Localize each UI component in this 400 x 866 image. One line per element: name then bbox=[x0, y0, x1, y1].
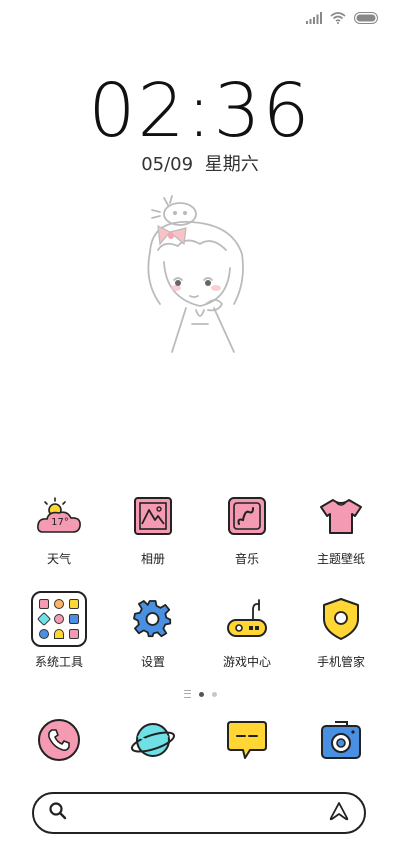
app-gallery[interactable]: 相册 bbox=[113, 492, 193, 567]
browser-icon bbox=[130, 723, 176, 757]
dock-browser[interactable] bbox=[113, 718, 193, 762]
messages-icon bbox=[227, 721, 267, 759]
wallpaper-girl-illustration bbox=[130, 192, 270, 362]
dock bbox=[0, 718, 400, 762]
search-icon bbox=[48, 801, 68, 825]
dock-messages[interactable] bbox=[207, 718, 287, 762]
app-folder-system-tools[interactable]: 系统工具 bbox=[19, 591, 99, 670]
battery-icon bbox=[354, 9, 380, 28]
app-weather[interactable]: 17° 天气 bbox=[19, 492, 99, 567]
page-dot bbox=[211, 691, 217, 697]
app-game-center[interactable]: 游戏中心 bbox=[207, 595, 287, 670]
app-label: 游戏中心 bbox=[222, 655, 271, 669]
search-bar[interactable] bbox=[32, 792, 366, 834]
mini-app-icon bbox=[39, 599, 49, 609]
assistant-icon[interactable] bbox=[328, 801, 350, 825]
app-music[interactable]: 音乐 bbox=[207, 492, 287, 567]
app-label: 天气 bbox=[46, 552, 71, 566]
folder-icon bbox=[31, 591, 87, 647]
dock-camera[interactable] bbox=[301, 718, 381, 762]
mini-app-icon bbox=[54, 599, 64, 609]
app-label: 主题壁纸 bbox=[316, 552, 365, 566]
theme-icon bbox=[317, 492, 365, 540]
dock-phone[interactable] bbox=[19, 718, 99, 762]
page-indicator[interactable] bbox=[0, 690, 400, 698]
app-label: 音乐 bbox=[234, 552, 259, 566]
status-bar bbox=[306, 8, 380, 28]
app-settings[interactable]: 设置 bbox=[113, 595, 193, 670]
weather-temperature: 17° bbox=[51, 516, 69, 528]
mini-app-icon bbox=[54, 614, 64, 624]
signal-icon bbox=[306, 9, 322, 28]
app-row: 系统工具 设置 游戏中心 手机管家 bbox=[0, 591, 400, 670]
mini-app-icon bbox=[54, 629, 64, 639]
gallery-icon bbox=[129, 492, 177, 540]
app-security[interactable]: 手机管家 bbox=[301, 595, 381, 670]
app-row: 17° 天气 相册 音乐 主题壁纸 bbox=[0, 492, 400, 567]
music-icon bbox=[223, 492, 271, 540]
app-label: 相册 bbox=[140, 552, 165, 566]
game-center-icon bbox=[223, 595, 271, 643]
app-label: 手机管家 bbox=[316, 655, 365, 669]
wifi-icon bbox=[330, 9, 346, 28]
lockscreen-date: 05/09 星期六 bbox=[0, 150, 400, 176]
phone-icon bbox=[38, 719, 80, 761]
page-dot-active bbox=[198, 691, 204, 697]
security-icon bbox=[317, 595, 365, 643]
app-label: 设置 bbox=[140, 655, 165, 669]
mini-app-icon bbox=[69, 629, 79, 639]
date-value: 05/09 bbox=[141, 154, 194, 175]
app-themes[interactable]: 主题壁纸 bbox=[301, 492, 381, 567]
app-label: 系统工具 bbox=[34, 655, 83, 669]
mini-app-icon bbox=[69, 599, 79, 609]
settings-icon bbox=[129, 595, 177, 643]
lockscreen-clock: 02:36 bbox=[88, 68, 312, 154]
mini-app-icon bbox=[39, 629, 49, 639]
app-grid: 17° 天气 相册 音乐 主题壁纸 系统工具 设置 游戏中心 手机管家 bbox=[0, 492, 400, 670]
weather-icon: 17° bbox=[35, 492, 83, 540]
mini-app-icon bbox=[69, 614, 79, 624]
page-list-icon bbox=[183, 690, 191, 698]
camera-icon bbox=[321, 721, 361, 759]
mini-app-icon bbox=[36, 611, 52, 627]
weekday-value: 星期六 bbox=[204, 154, 259, 175]
